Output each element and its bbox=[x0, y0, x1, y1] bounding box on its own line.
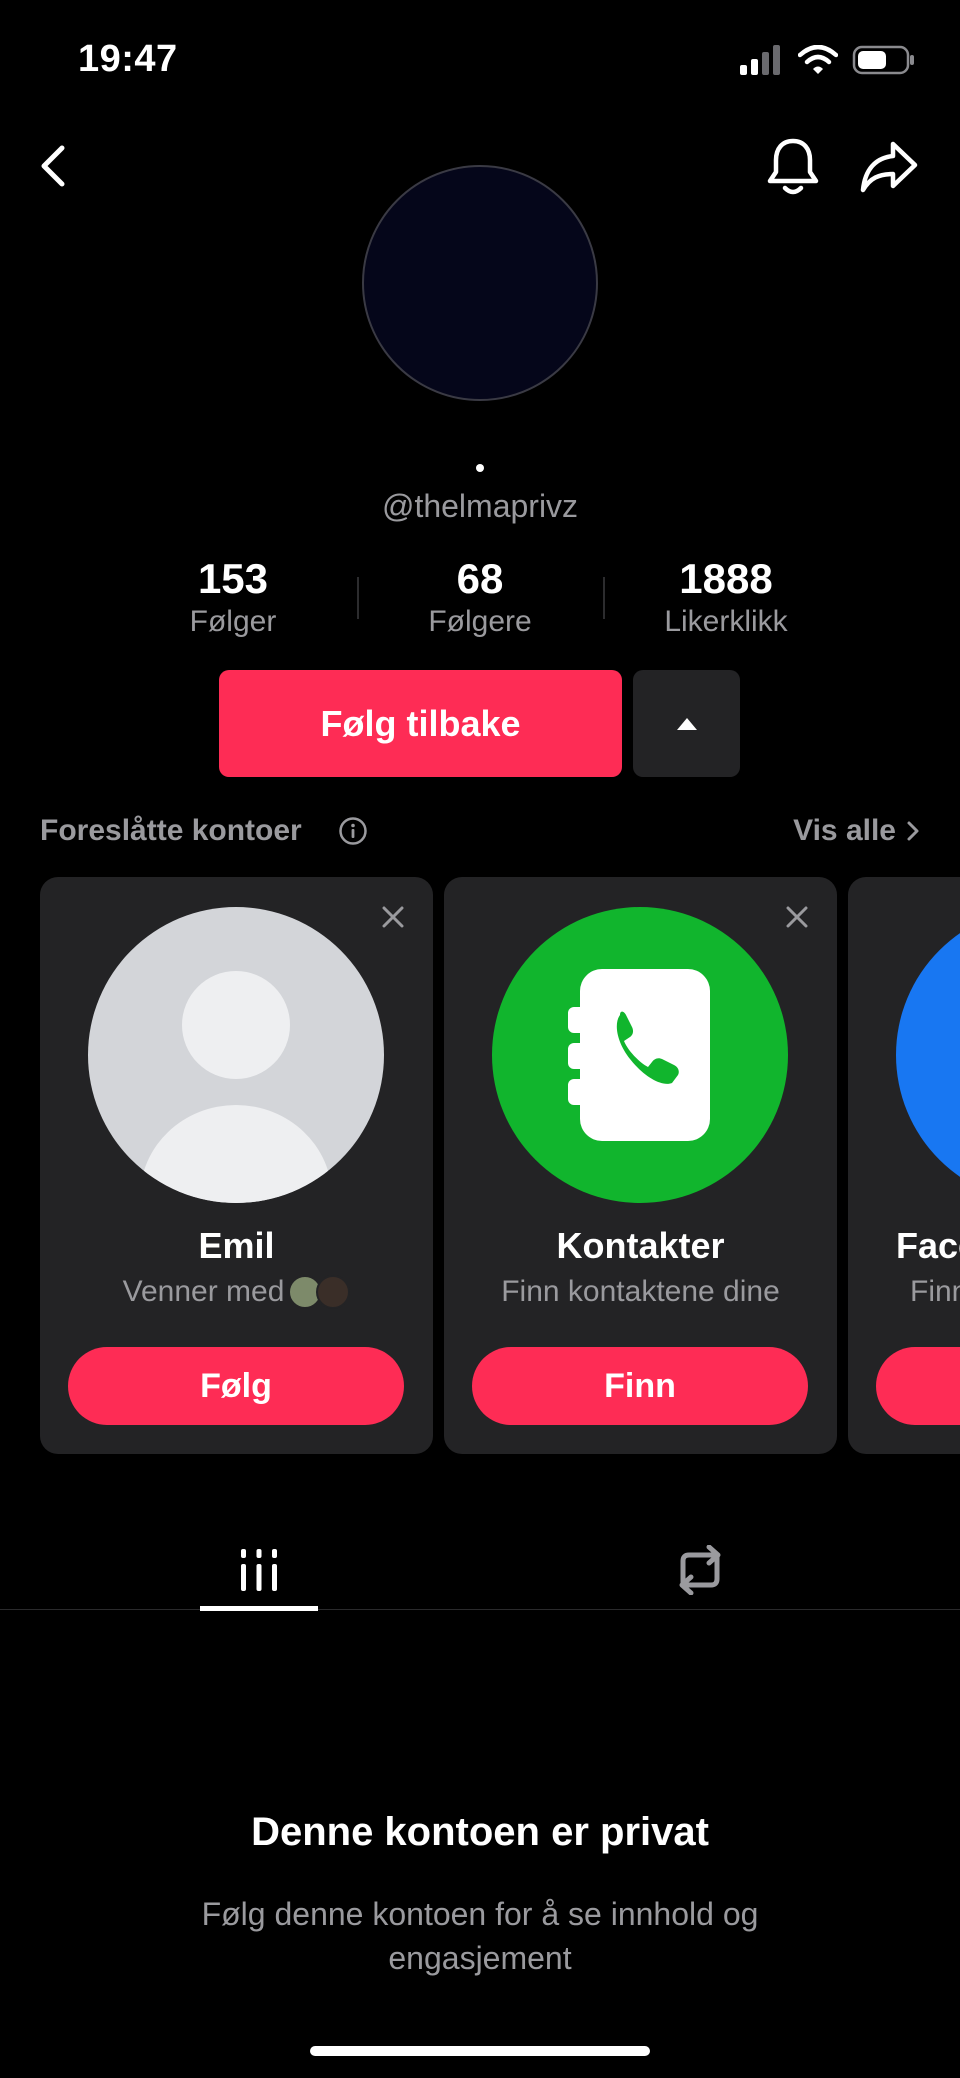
share-icon bbox=[860, 141, 918, 193]
display-name-dot bbox=[476, 464, 484, 472]
active-tab-indicator bbox=[200, 1606, 318, 1611]
see-all-label: Vis alle bbox=[793, 814, 896, 847]
notifications-button[interactable] bbox=[757, 130, 829, 202]
signal-icon bbox=[740, 45, 780, 75]
status-time: 19:47 bbox=[78, 38, 178, 80]
dismiss-button[interactable] bbox=[779, 899, 815, 935]
default-avatar[interactable] bbox=[88, 907, 384, 1203]
follow-back-button[interactable]: Følg tilbake bbox=[219, 670, 622, 777]
mutual-friends-label: Venner med bbox=[122, 1275, 285, 1308]
contacts-book-icon bbox=[568, 969, 710, 1141]
find-contacts-button[interactable]: Finn bbox=[472, 1347, 808, 1425]
chevron-left-icon bbox=[41, 145, 65, 187]
private-account-title: Denne kontoen er privat bbox=[251, 1810, 709, 1854]
chevron-right-icon bbox=[907, 821, 919, 841]
share-button[interactable] bbox=[853, 130, 925, 202]
dismiss-button[interactable] bbox=[375, 899, 411, 935]
username: @thelmaprivz bbox=[381, 488, 579, 524]
status-bar: 19:47 bbox=[0, 0, 960, 120]
suggestion-subtitle: Venner med bbox=[40, 1275, 433, 1309]
repost-icon bbox=[679, 1545, 721, 1595]
follow-button[interactable]: Følg bbox=[68, 1347, 404, 1425]
grid-icon bbox=[241, 1549, 277, 1591]
tab-reposts[interactable] bbox=[640, 1530, 760, 1610]
stat-followers-value: 68 bbox=[456, 555, 504, 602]
suggestion-subtitle: Finn kontaktene dine bbox=[501, 1275, 780, 1308]
battery-icon bbox=[852, 45, 914, 75]
stat-following-value: 153 bbox=[197, 555, 269, 602]
suggestion-card[interactable]: Face Finn bbox=[848, 877, 960, 1454]
private-account-subtitle: Følg denne kontoen for å se innhold og e… bbox=[201, 1896, 759, 1976]
suggested-accounts-header: Foreslåtte kontoer Vis alle bbox=[40, 810, 920, 854]
profile-avatar[interactable] bbox=[362, 165, 598, 401]
suggested-accounts-title: Foreslåtte kontoer bbox=[40, 814, 302, 847]
contacts-avatar[interactable] bbox=[492, 907, 788, 1203]
suggested-accounts-carousel[interactable]: Emil Venner med Følg Kontakter Finn kont… bbox=[40, 877, 960, 1454]
stat-likes[interactable]: 1888 Likerklikk bbox=[626, 555, 826, 639]
stat-divider bbox=[357, 577, 359, 619]
find-facebook-button[interactable] bbox=[876, 1347, 960, 1425]
stat-following[interactable]: 153 Følger bbox=[133, 555, 333, 639]
suggestion-name: Face bbox=[896, 1225, 960, 1266]
suggestion-name: Emil bbox=[198, 1225, 275, 1266]
person-placeholder-icon bbox=[88, 907, 384, 1203]
wifi-icon bbox=[798, 45, 838, 74]
suggestion-subtitle: Finn bbox=[910, 1275, 960, 1308]
stat-likes-value: 1888 bbox=[679, 555, 773, 602]
suggestions-toggle-button[interactable] bbox=[633, 670, 740, 777]
bell-icon bbox=[767, 138, 819, 195]
profile-stats: 153 Følger 68 Følgere 1888 Likerklikk bbox=[0, 555, 960, 645]
stat-followers[interactable]: 68 Følgere bbox=[380, 555, 580, 639]
suggestion-card[interactable]: Kontakter Finn kontaktene dine Finn bbox=[444, 877, 837, 1454]
tab-videos[interactable] bbox=[200, 1530, 318, 1610]
mutual-friend-avatar bbox=[316, 1275, 351, 1309]
stat-following-label: Følger bbox=[189, 605, 277, 638]
close-icon bbox=[786, 906, 808, 928]
suggestion-card[interactable]: Emil Venner med Følg bbox=[40, 877, 433, 1454]
close-icon bbox=[382, 906, 404, 928]
back-button[interactable] bbox=[18, 130, 90, 202]
suggestion-name: Kontakter bbox=[556, 1225, 725, 1266]
stat-likes-label: Likerklikk bbox=[664, 605, 788, 638]
info-icon[interactable] bbox=[338, 816, 368, 846]
status-icons bbox=[740, 44, 916, 76]
facebook-avatar[interactable] bbox=[896, 907, 960, 1203]
content-tabs bbox=[0, 1530, 960, 1611]
home-indicator[interactable] bbox=[310, 2046, 650, 2056]
caret-up-icon bbox=[676, 717, 697, 730]
stat-divider bbox=[603, 577, 605, 619]
see-all-link[interactable]: Vis alle bbox=[793, 814, 920, 848]
stat-followers-label: Følgere bbox=[428, 605, 532, 638]
